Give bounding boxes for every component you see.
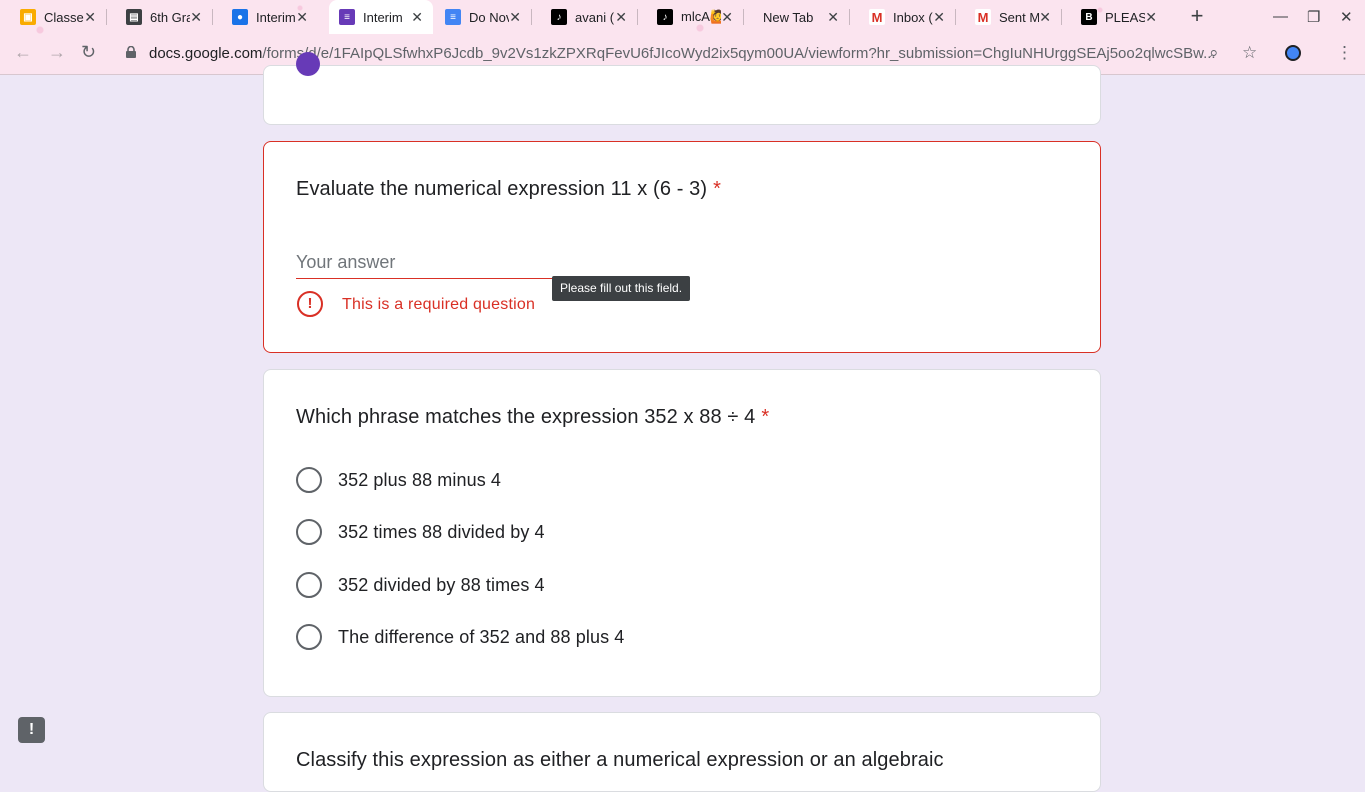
tab-title: mlcA🙋 <box>681 9 721 24</box>
tab-avani[interactable]: ♪ avani ( ✕ <box>543 4 638 30</box>
question-card-classify: Classify this expression as either a num… <box>263 712 1101 792</box>
new-tab-icon[interactable]: + <box>1184 5 1210 29</box>
tiktok-icon: ♪ <box>657 9 673 25</box>
question-title: Which phrase matches the expression 352 … <box>296 406 770 428</box>
validation-tooltip: Please fill out this field. <box>552 276 691 301</box>
tab-title: Interim <box>363 9 403 25</box>
answer-input[interactable] <box>296 246 684 279</box>
error-icon: ! <box>297 291 323 317</box>
close-icon[interactable]: ✕ <box>827 9 839 26</box>
back-arrow-icon[interactable]: ← <box>14 42 32 63</box>
google-docs-icon: ≡ <box>445 9 461 25</box>
question-card-phrase: Which phrase matches the expression 352 … <box>263 369 1101 697</box>
tab-title: Classes <box>44 9 84 25</box>
tab-title: Interim <box>256 9 296 25</box>
radio-button[interactable] <box>296 572 322 598</box>
radio-selected[interactable] <box>296 52 320 76</box>
tab-interim-1[interactable]: ● Interim ✕ <box>224 4 318 30</box>
close-icon[interactable]: ✕ <box>190 9 202 26</box>
minimize-icon[interactable]: — <box>1273 8 1288 25</box>
tab-6th-grade[interactable]: ▤ 6th Gra ✕ <box>118 4 213 30</box>
gmail-icon: M <box>975 9 991 25</box>
tab-strip: ▣ Classes ✕ ▤ 6th Gra ✕ ● Interim ✕ ≡ In… <box>0 0 1365 34</box>
tab-do-nov[interactable]: ≡ Do Nov ✕ <box>437 4 532 30</box>
close-icon[interactable]: ✕ <box>411 9 423 26</box>
close-icon[interactable]: ✕ <box>296 9 308 26</box>
tiktok-icon: ♪ <box>551 9 567 25</box>
tab-title: Do Nov <box>469 9 509 25</box>
close-icon[interactable]: ✕ <box>1145 9 1157 26</box>
tab-title: Inbox ( <box>893 9 933 25</box>
question-title: Classify this expression as either a num… <box>296 749 944 771</box>
radio-option[interactable]: 352 plus 88 minus 4 <box>296 465 501 495</box>
google-forms-icon: ≡ <box>339 9 355 25</box>
error-message: This is a required question <box>342 296 536 313</box>
bookmark-star-icon[interactable]: ☆ <box>1242 43 1257 63</box>
close-icon[interactable]: ✕ <box>615 9 627 26</box>
tab-title: PLEAS <box>1105 9 1145 25</box>
reload-icon[interactable]: ↻ <box>81 42 96 63</box>
tab-title: avani ( <box>575 9 615 25</box>
tab-title: 6th Gra <box>150 9 190 25</box>
tab-interim-active[interactable]: ≡ Interim ✕ <box>329 0 433 34</box>
window-close-icon[interactable]: ✕ <box>1340 8 1353 26</box>
tab-title: Sent M <box>999 9 1039 25</box>
restore-icon[interactable]: ❐ <box>1307 8 1320 26</box>
more-menu-icon[interactable]: ⋮ <box>1336 43 1353 63</box>
close-icon[interactable]: ✕ <box>1039 9 1051 26</box>
radio-button[interactable] <box>296 624 322 650</box>
close-icon[interactable]: ✕ <box>509 9 521 26</box>
radio-option[interactable]: 352 divided by 88 times 4 <box>296 570 545 600</box>
question-title: Evaluate the numerical expression 11 x (… <box>296 178 721 200</box>
tab-pleas[interactable]: B PLEAS ✕ <box>1073 4 1167 30</box>
form-page: Evaluate the numerical expression 11 x (… <box>0 52 1365 792</box>
tab-new-tab[interactable]: New Tab ✕ <box>755 4 850 30</box>
bold-b-icon: B <box>1081 9 1097 25</box>
close-icon[interactable]: ✕ <box>721 9 733 26</box>
tab-sent[interactable]: M Sent M ✕ <box>967 4 1062 30</box>
close-icon[interactable]: ✕ <box>84 9 96 26</box>
gmail-icon: M <box>869 9 885 25</box>
forward-arrow-icon[interactable]: → <box>48 42 66 63</box>
tab-classes[interactable]: ▣ Classes ✕ <box>12 4 107 30</box>
radio-button[interactable] <box>296 519 322 545</box>
tab-mlca[interactable]: ♪ mlcA🙋 ✕ <box>649 4 744 30</box>
lock-icon <box>126 46 136 58</box>
question-card-evaluate: Evaluate the numerical expression 11 x (… <box>263 141 1101 353</box>
tab-inbox[interactable]: M Inbox ( ✕ <box>861 4 956 30</box>
radio-option[interactable]: The difference of 352 and 88 plus 4 <box>296 622 624 652</box>
person-icon: ● <box>232 9 248 25</box>
google-classroom-icon: ▣ <box>20 9 36 25</box>
profile-avatar-icon[interactable] <box>1285 45 1301 61</box>
radio-option[interactable]: 352 times 88 divided by 4 <box>296 517 545 547</box>
radio-button[interactable] <box>296 467 322 493</box>
report-feedback-icon[interactable]: ! <box>18 717 45 743</box>
tab-title: New Tab <box>763 9 814 25</box>
previous-question-card <box>263 52 1101 125</box>
contact-card-icon: ▤ <box>126 9 142 25</box>
close-icon[interactable]: ✕ <box>933 9 945 26</box>
zoom-icon[interactable]: ⌕ <box>1209 43 1219 63</box>
